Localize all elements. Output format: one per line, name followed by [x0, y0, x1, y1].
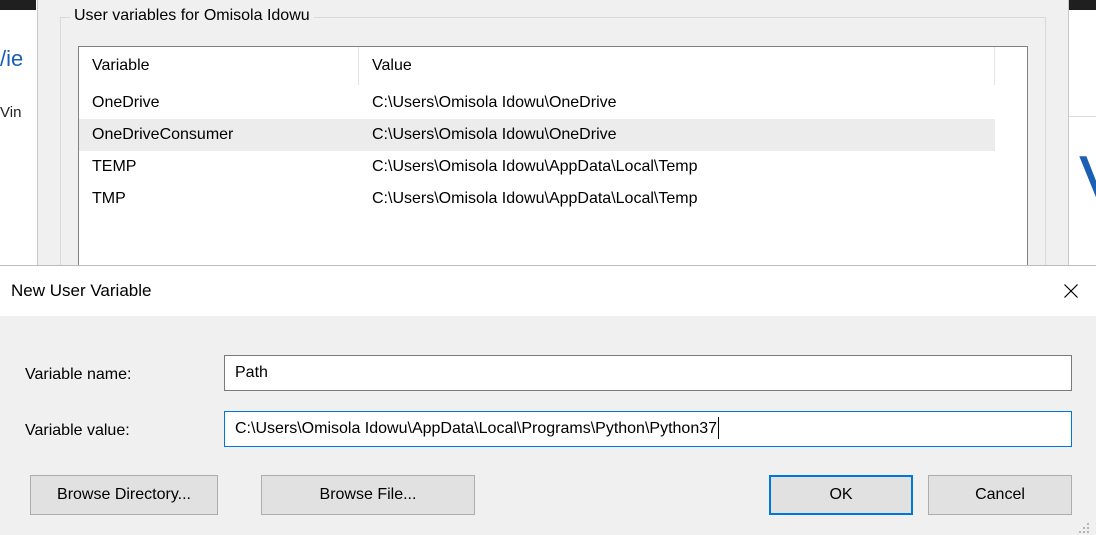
- background-titlebar: [0, 0, 36, 10]
- table-row[interactable]: TEMP C:\Users\Omisola Idowu\AppData\Loca…: [79, 151, 995, 183]
- variable-name-label: Variable name:: [25, 366, 132, 383]
- user-variables-list[interactable]: Variable Value OneDrive C:\Users\Omisola…: [78, 46, 1028, 266]
- list-header: Variable Value: [79, 47, 1027, 86]
- variable-value-field[interactable]: C:\Users\Omisola Idowu\AppData\Local\Pro…: [224, 411, 1072, 447]
- variable-name-cell: OneDriveConsumer: [92, 126, 234, 143]
- browse-file-button[interactable]: Browse File...: [261, 475, 475, 515]
- new-user-variable-dialog: New User Variable Variable name: Path Va…: [0, 265, 1096, 535]
- resize-grip-icon[interactable]: [1076, 520, 1090, 534]
- column-header-variable[interactable]: Variable: [79, 47, 359, 85]
- column-header-value[interactable]: Value: [359, 47, 995, 85]
- user-variables-group-title: User variables for Omisola Idowu: [70, 6, 314, 26]
- variable-name-field[interactable]: Path: [224, 355, 1072, 391]
- close-icon: [1064, 284, 1078, 298]
- close-button[interactable]: [1052, 272, 1090, 310]
- table-row[interactable]: TMP C:\Users\Omisola Idowu\AppData\Local…: [79, 183, 995, 215]
- browse-directory-button[interactable]: Browse Directory...: [30, 475, 218, 515]
- background-text-fragment: V: [1079, 146, 1096, 218]
- variable-name-cell: TMP: [92, 190, 126, 207]
- text-caret: [718, 416, 720, 439]
- screen: /ie Vin V User variables for Omisola Ido…: [0, 0, 1096, 535]
- background-window-right: V: [1068, 0, 1096, 265]
- variable-value-text: C:\Users\Omisola Idowu\AppData\Local\Pro…: [235, 420, 718, 437]
- variable-value-cell: C:\Users\Omisola Idowu\OneDrive: [372, 94, 617, 111]
- variable-value-cell: C:\Users\Omisola Idowu\AppData\Local\Tem…: [372, 190, 698, 207]
- variable-value-cell: C:\Users\Omisola Idowu\AppData\Local\Tem…: [372, 158, 698, 175]
- table-row[interactable]: OneDrive C:\Users\Omisola Idowu\OneDrive: [79, 87, 995, 119]
- dialog-titlebar: New User Variable: [0, 266, 1096, 316]
- variable-name-cell: OneDrive: [92, 94, 160, 111]
- cancel-button[interactable]: Cancel: [928, 475, 1072, 515]
- environment-variables-dialog: User variables for Omisola Idowu Variabl…: [37, 0, 1069, 268]
- background-text-fragment: Vin: [0, 104, 22, 121]
- variable-name-cell: TEMP: [92, 158, 137, 175]
- background-text-fragment: /ie: [0, 46, 24, 71]
- divider: [1069, 116, 1096, 117]
- ok-button[interactable]: OK: [769, 475, 913, 515]
- dialog-title: New User Variable: [11, 281, 152, 300]
- background-window-left: /ie Vin: [0, 0, 36, 265]
- variable-value-label: Variable value:: [25, 422, 130, 439]
- table-row-selected[interactable]: OneDriveConsumer C:\Users\Omisola Idowu\…: [79, 119, 995, 151]
- background-titlebar: [1069, 0, 1096, 10]
- variable-value-cell: C:\Users\Omisola Idowu\OneDrive: [372, 126, 617, 143]
